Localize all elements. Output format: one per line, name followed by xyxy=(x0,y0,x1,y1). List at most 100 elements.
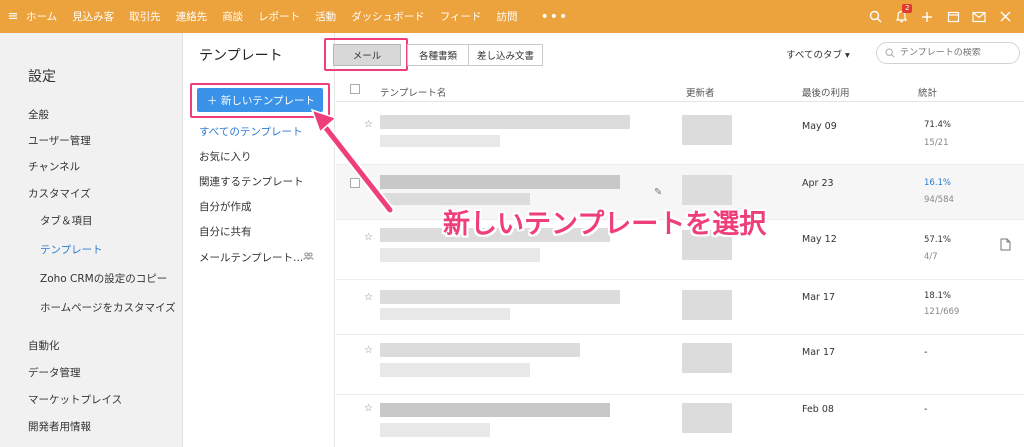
page-title: テンプレート xyxy=(199,48,283,64)
last-used-date: Mar 17 xyxy=(802,292,836,303)
blurred-modified-by xyxy=(682,115,732,145)
tab-documents[interactable]: 各種書類 xyxy=(407,44,469,66)
nav-item-activities[interactable]: 活動 xyxy=(315,9,336,24)
open-count: 4/7 xyxy=(924,252,938,262)
blurred-template-subject xyxy=(380,135,500,147)
settings-item-customize[interactable]: カスタマイズ xyxy=(28,186,91,201)
template-search-box[interactable] xyxy=(876,42,1020,64)
last-used-date: Feb 08 xyxy=(802,404,834,415)
star-icon[interactable]: ☆ xyxy=(364,119,373,130)
folder-created-by-me[interactable]: 自分が作成 xyxy=(199,199,252,214)
settings-item-general[interactable]: 全般 xyxy=(28,107,49,122)
nav-item-contacts[interactable]: 連絡先 xyxy=(176,9,208,24)
settings-item-marketplace[interactable]: マーケットプレイス xyxy=(28,392,122,407)
hamburger-menu-icon[interactable]: ≡ xyxy=(0,9,26,24)
nav-item-feeds[interactable]: フィード xyxy=(440,9,482,24)
nav-item-deals[interactable]: 商談 xyxy=(222,9,243,24)
nav-item-accounts[interactable]: 取引先 xyxy=(129,9,161,24)
settings-item-automation[interactable]: 自動化 xyxy=(28,338,60,353)
search-icon[interactable] xyxy=(862,0,888,33)
settings-item-developer[interactable]: 開発者用情報 xyxy=(28,419,91,434)
edit-pencil-icon[interactable]: ✎ xyxy=(654,187,662,198)
stat-empty: - xyxy=(924,347,928,358)
row-checkbox[interactable] xyxy=(350,178,360,188)
nav-item-leads[interactable]: 見込み客 xyxy=(72,9,114,24)
settings-title: 設定 xyxy=(28,69,56,85)
tab-email[interactable]: メール xyxy=(333,44,401,66)
plus-icon[interactable] xyxy=(914,0,940,33)
blurred-template-subject xyxy=(380,363,530,377)
table-row[interactable]: ☆ May 09 71.4% 15/21 xyxy=(336,105,1024,165)
nav-item-dashboards[interactable]: ダッシュボード xyxy=(351,9,425,24)
table-row[interactable]: ☆ Feb 08 - xyxy=(336,395,1024,447)
topbar-actions: 2 xyxy=(862,0,1018,33)
folder-all-templates[interactable]: すべてのテンプレート xyxy=(199,124,303,139)
header-statistics[interactable]: 統計 xyxy=(918,85,937,99)
more-tabs-icon[interactable]: ••• xyxy=(540,9,568,25)
folder-favorites[interactable]: お気に入り xyxy=(199,149,252,164)
blurred-template-subject xyxy=(380,308,510,320)
nav-item-home[interactable]: ホーム xyxy=(26,9,57,24)
tab-mail-merge[interactable]: 差し込み文書 xyxy=(468,44,543,66)
table-header: テンプレート名 更新者 最後の利用 統計 xyxy=(336,80,1024,102)
mail-icon[interactable] xyxy=(966,0,992,33)
nav-item-visits[interactable]: 訪問 xyxy=(496,9,517,24)
open-rate: 57.1% xyxy=(924,235,952,245)
top-navigation-bar: ≡ ホーム 見込み客 取引先 連絡先 商談 レポート 活動 ダッシュボード フィ… xyxy=(0,0,1024,33)
folder-shared-with-me[interactable]: 自分に共有 xyxy=(199,224,252,239)
settings-item-channels[interactable]: チャンネル xyxy=(28,159,80,174)
open-count: 15/21 xyxy=(924,138,949,148)
blurred-template-name xyxy=(380,343,580,357)
last-used-date: Mar 17 xyxy=(802,347,836,358)
settings-item-users[interactable]: ユーザー管理 xyxy=(28,133,91,148)
last-used-date: May 09 xyxy=(802,121,837,132)
open-rate: 71.4% xyxy=(924,120,952,130)
blurred-modified-by xyxy=(682,175,732,205)
settings-item-data-admin[interactable]: データ管理 xyxy=(28,365,81,380)
header-template-name[interactable]: テンプレート名 xyxy=(380,85,446,99)
open-count: 121/669 xyxy=(924,307,960,317)
blurred-template-name xyxy=(380,175,620,189)
header-last-used[interactable]: 最後の利用 xyxy=(802,85,850,99)
open-rate: 18.1% xyxy=(924,291,952,301)
settings-item-tabs-fields[interactable]: タブ＆項目 xyxy=(40,213,93,228)
blurred-template-name xyxy=(380,290,620,304)
settings-sidebar: 設定 全般 ユーザー管理 チャンネル カスタマイズ タブ＆項目 テンプレート Z… xyxy=(0,33,183,447)
tools-icon[interactable] xyxy=(992,0,1018,33)
nav-item-reports[interactable]: レポート xyxy=(258,9,300,24)
calendar-icon[interactable] xyxy=(940,0,966,33)
settings-item-customize-home[interactable]: ホームページをカスタマイズ xyxy=(40,300,176,315)
select-all-checkbox[interactable] xyxy=(350,84,360,94)
open-rate[interactable]: 16.1% xyxy=(924,178,951,188)
blurred-modified-by xyxy=(682,290,732,320)
settings-item-copy-config[interactable]: Zoho CRMの設定のコピー xyxy=(40,271,167,286)
last-used-date: Apr 23 xyxy=(802,178,834,189)
blurred-template-subject xyxy=(380,248,540,262)
star-icon[interactable]: ☆ xyxy=(364,403,373,414)
folder-associated[interactable]: 関連するテンプレート xyxy=(199,174,304,189)
header-modified-by[interactable]: 更新者 xyxy=(686,85,715,99)
annotation-label: 新しいテンプレートを選択 xyxy=(443,209,767,240)
stat-empty: - xyxy=(924,404,928,415)
notification-badge: 2 xyxy=(902,4,913,13)
star-icon[interactable]: ☆ xyxy=(364,345,373,356)
table-row[interactable]: ☆ Mar 17 - xyxy=(336,335,1024,395)
blurred-template-name xyxy=(380,403,610,417)
search-input[interactable] xyxy=(900,48,1010,58)
star-icon[interactable]: ☆ xyxy=(364,232,373,243)
template-folder-column: テンプレート ＋ 新しいテンプレート すべてのテンプレート お気に入り 関連する… xyxy=(183,33,335,447)
table-row[interactable]: ☆ Mar 17 18.1% 121/669 xyxy=(336,280,1024,335)
shared-group-icon xyxy=(303,252,314,263)
blurred-template-name xyxy=(380,115,630,129)
new-template-button[interactable]: ＋ 新しいテンプレート xyxy=(197,88,323,112)
search-icon xyxy=(885,48,895,58)
star-icon[interactable]: ☆ xyxy=(364,292,373,303)
settings-item-templates[interactable]: テンプレート xyxy=(40,242,103,257)
tab-type-filter-dropdown[interactable]: すべてのタブ ▾ xyxy=(786,47,850,61)
blurred-template-subject xyxy=(380,423,490,437)
open-count: 94/584 xyxy=(924,195,954,205)
folder-email-templates[interactable]: メールテンプレート... xyxy=(199,250,303,265)
bell-icon[interactable]: 2 xyxy=(888,0,914,33)
document-icon[interactable] xyxy=(1000,238,1011,254)
blurred-modified-by xyxy=(682,403,732,433)
